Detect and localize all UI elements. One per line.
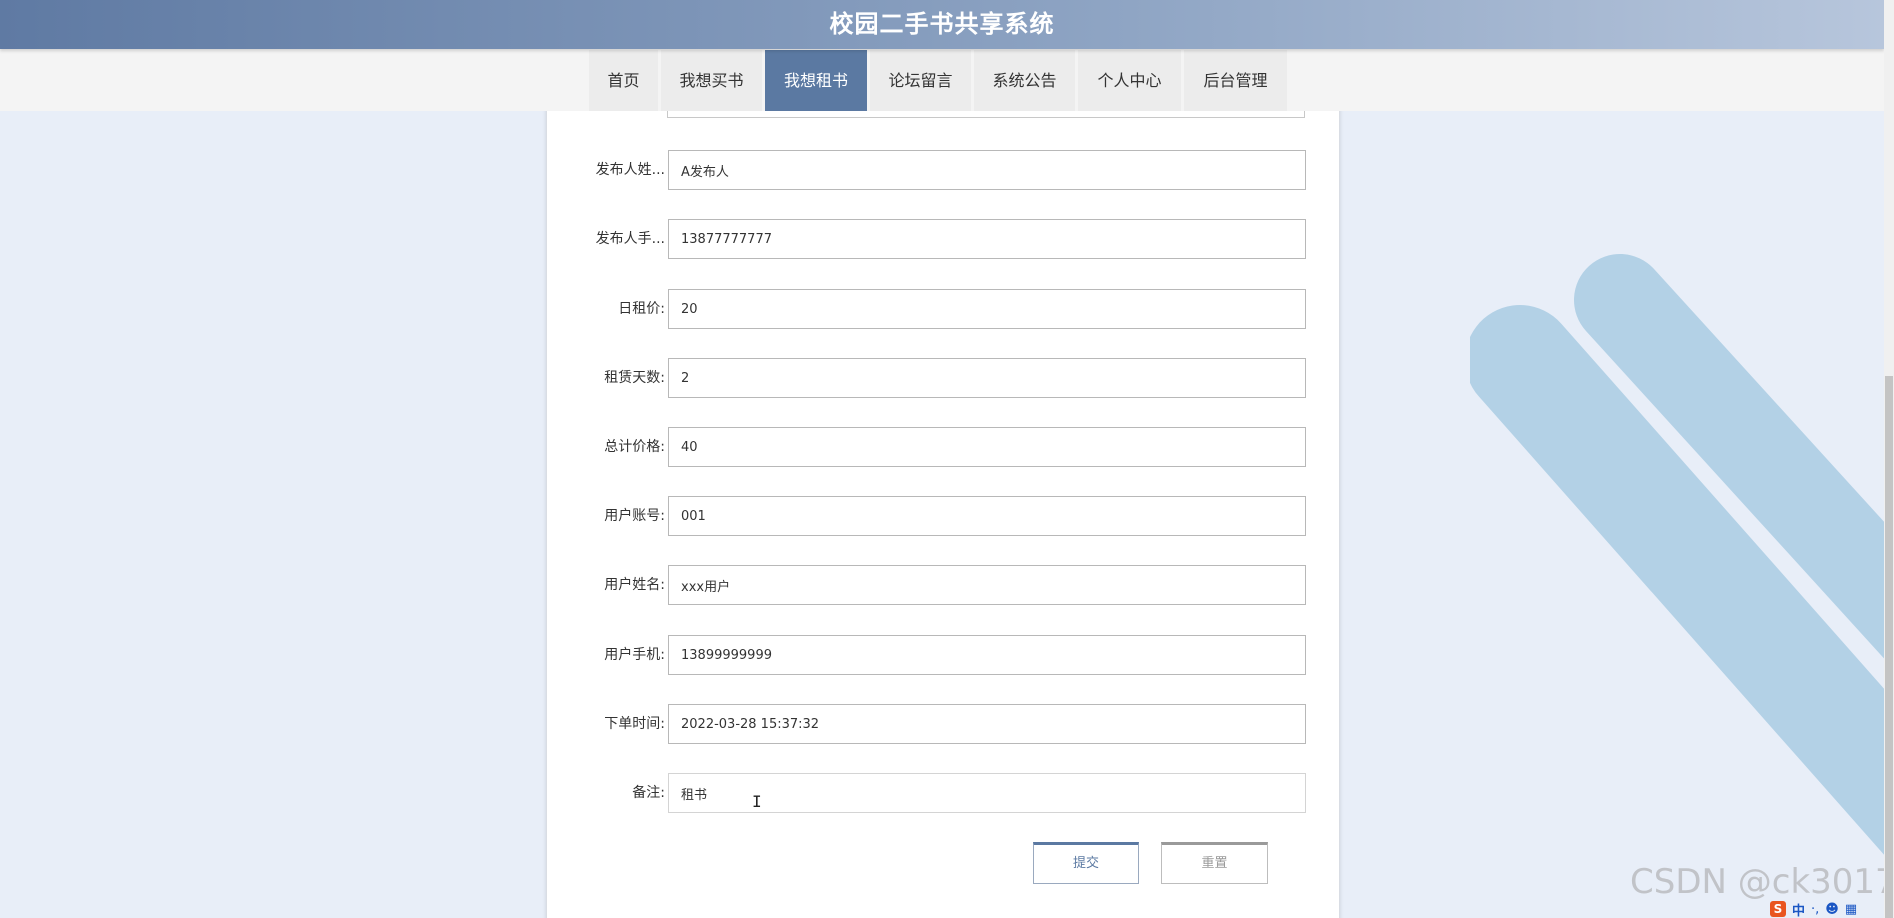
total-price-label: 总计价格: — [604, 439, 665, 455]
user-phone-label: 用户手机: — [604, 647, 665, 663]
form-row-total-price: 总计价格: — [547, 427, 1339, 467]
nav-bar: 首页 我想买书 我想租书 论坛留言 系统公告 个人中心 后台管理 — [0, 49, 1884, 111]
app-title: 校园二手书共享系统 — [0, 0, 1884, 49]
page: 校园二手书共享系统 首页 我想买书 我想租书 论坛留言 系统公告 个人中心 后台… — [0, 0, 1894, 918]
rental-form: 发布人姓... 发布人手... 日租价: 租赁天数: 总计价格: 用户账号: 用… — [546, 90, 1340, 918]
page-scrollbar[interactable] — [1884, 0, 1894, 918]
nav-item-buy-books[interactable]: 我想买书 — [661, 50, 762, 111]
nav-list: 首页 我想买书 我想租书 论坛留言 系统公告 个人中心 后台管理 — [589, 50, 1287, 111]
form-row-publisher-phone: 发布人手... — [547, 219, 1339, 259]
total-price-input[interactable] — [668, 427, 1306, 467]
publisher-phone-label: 发布人手... — [595, 231, 665, 247]
user-account-label: 用户账号: — [604, 508, 665, 524]
ime-punctuation-icon[interactable]: ·, — [1811, 902, 1819, 917]
nav-item-rent-books[interactable]: 我想租书 — [765, 50, 867, 111]
nav-item-personal-center[interactable]: 个人中心 — [1078, 50, 1181, 111]
remarks-label: 备注: — [632, 785, 665, 801]
user-account-input[interactable] — [668, 496, 1306, 536]
order-time-label: 下单时间: — [604, 716, 665, 732]
reset-button[interactable]: 重置 — [1161, 842, 1268, 884]
form-row-order-time: 下单时间: — [547, 704, 1339, 744]
nav-item-home[interactable]: 首页 — [589, 50, 658, 111]
ime-logo-icon[interactable]: S — [1770, 901, 1786, 917]
publisher-name-label: 发布人姓... — [595, 162, 665, 178]
form-row-rental-days: 租赁天数: — [547, 358, 1339, 398]
ime-mode-indicator[interactable]: 中 — [1792, 900, 1805, 918]
nav-item-announcements[interactable]: 系统公告 — [974, 50, 1075, 111]
nav-item-admin[interactable]: 后台管理 — [1184, 50, 1287, 111]
ime-toolbar: S 中 ·, ☻ ▦ — [1770, 900, 1884, 918]
ime-keyboard-icon[interactable]: ▦ — [1845, 902, 1857, 917]
form-row-publisher-name: 发布人姓... — [547, 150, 1339, 190]
rental-days-input[interactable] — [668, 358, 1306, 398]
submit-button[interactable]: 提交 — [1033, 842, 1139, 884]
publisher-name-input[interactable] — [668, 150, 1306, 190]
form-row-remarks: 备注: — [547, 773, 1339, 813]
nav-item-forum[interactable]: 论坛留言 — [870, 50, 971, 111]
publisher-phone-input[interactable] — [668, 219, 1306, 259]
form-row-user-name: 用户姓名: — [547, 565, 1339, 605]
ime-emoji-icon[interactable]: ☻ — [1825, 902, 1839, 917]
daily-price-label: 日租价: — [618, 301, 665, 317]
rental-days-label: 租赁天数: — [604, 370, 665, 386]
form-row-user-account: 用户账号: — [547, 496, 1339, 536]
order-time-input[interactable] — [668, 704, 1306, 744]
form-row-user-phone: 用户手机: — [547, 635, 1339, 675]
background-decoration — [1470, 254, 1894, 867]
text-cursor-icon: I — [752, 792, 762, 811]
user-phone-input[interactable] — [668, 635, 1306, 675]
scrollbar-thumb[interactable] — [1885, 376, 1893, 918]
csdn-watermark: CSDN @ck3017 — [1630, 862, 1894, 902]
remarks-input[interactable] — [668, 773, 1306, 813]
user-name-input[interactable] — [668, 565, 1306, 605]
daily-price-input[interactable] — [668, 289, 1306, 329]
user-name-label: 用户姓名: — [604, 577, 665, 593]
form-row-daily-price: 日租价: — [547, 289, 1339, 329]
